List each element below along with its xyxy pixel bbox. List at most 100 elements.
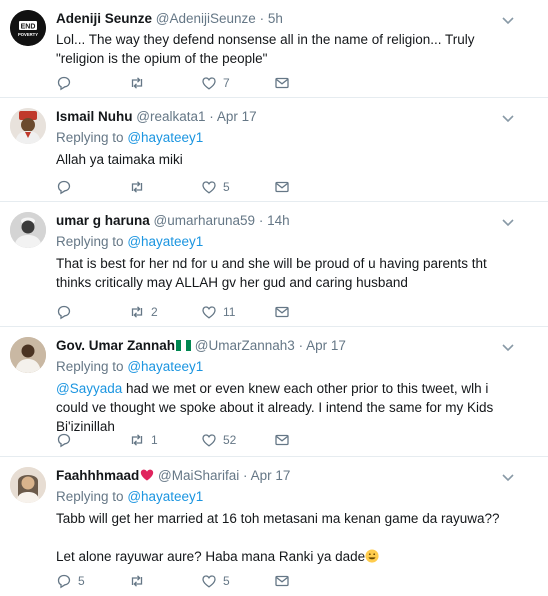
tweet-text: Lol... The way they defend nonsense all … — [56, 32, 475, 66]
user-handle[interactable]: @umarharuna59 — [154, 213, 256, 228]
display-name[interactable]: umar g haruna — [56, 213, 150, 228]
tweet-header: Ismail Nuhu @realkata1 · Apr 17 — [56, 108, 512, 125]
timestamp[interactable]: 14h — [267, 213, 290, 228]
reply-button[interactable] — [56, 430, 78, 450]
replying-to: Replying to @hayateey1 — [56, 358, 512, 375]
direct-message-button[interactable] — [274, 302, 290, 322]
tweet[interactable]: Ismail Nuhu @realkata1 · Apr 17 Replying… — [0, 98, 548, 202]
retweet-count: 2 — [151, 305, 158, 319]
direct-message-button[interactable] — [274, 177, 290, 197]
timestamp[interactable]: 5h — [268, 11, 283, 26]
tweet[interactable]: umar g haruna @umarharuna59 · 14h Replyi… — [0, 202, 548, 327]
avatar[interactable] — [10, 212, 46, 248]
direct-message-button[interactable] — [274, 571, 290, 591]
direct-message-button[interactable] — [274, 73, 290, 93]
replying-to-link[interactable]: @hayateey1 — [127, 359, 203, 374]
tweet-text-line: Tabb will get her married at 16 toh meta… — [56, 511, 500, 526]
tweet[interactable]: END POVERTY Adeniji Seunze @AdenijiSeunz… — [0, 0, 548, 98]
user-handle[interactable]: @UmarZannah3 — [195, 338, 295, 353]
reply-button[interactable] — [56, 73, 78, 93]
like-icon — [202, 434, 216, 447]
avatar[interactable]: END POVERTY — [10, 10, 46, 46]
direct-message-icon — [275, 434, 289, 446]
like-icon — [202, 575, 216, 588]
retweet-button[interactable] — [129, 571, 151, 591]
replying-to-link[interactable]: @hayateey1 — [127, 234, 203, 249]
user-handle[interactable]: @realkata1 — [136, 109, 205, 124]
tweet-header: Faahhhmaad @MaiSharifai · Apr 17 — [56, 467, 512, 484]
reply-icon — [57, 574, 71, 589]
replying-prefix: Replying to — [56, 359, 124, 374]
display-name[interactable]: Gov. Umar Zannah — [56, 338, 175, 353]
profile-photo — [10, 467, 46, 503]
mention-link[interactable]: @Sayyada — [56, 381, 122, 396]
like-icon — [202, 77, 216, 90]
like-button[interactable]: 11 — [201, 302, 235, 322]
like-count: 52 — [223, 433, 237, 447]
timestamp[interactable]: Apr 17 — [217, 109, 257, 124]
like-count: 7 — [223, 76, 230, 90]
retweet-button[interactable]: 1 — [129, 430, 158, 450]
reply-icon — [57, 433, 71, 448]
retweet-button[interactable] — [129, 177, 151, 197]
svg-text:END: END — [21, 24, 36, 31]
nigeria-flag-icon — [176, 340, 192, 351]
direct-message-icon — [275, 181, 289, 193]
profile-photo — [10, 108, 46, 144]
like-count: 5 — [223, 574, 230, 588]
like-count: 11 — [223, 305, 236, 319]
like-button[interactable]: 7 — [201, 73, 230, 93]
retweet-icon — [131, 575, 143, 587]
avatar[interactable] — [10, 467, 46, 503]
end-poverty-logo: END POVERTY — [10, 10, 46, 46]
avatar[interactable] — [10, 108, 46, 144]
reply-button[interactable]: 5 — [56, 571, 85, 591]
retweet-icon — [131, 77, 143, 89]
avatar[interactable] — [10, 337, 46, 373]
reply-icon — [57, 305, 71, 320]
timestamp[interactable]: Apr 17 — [306, 338, 346, 353]
grinning-face-emoji-icon — [365, 549, 379, 563]
replying-to: Replying to @hayateey1 — [56, 129, 512, 146]
tweet-actions: 1 52 — [56, 430, 356, 450]
display-name[interactable]: Ismail Nuhu — [56, 109, 133, 124]
tweet-header: umar g haruna @umarharuna59 · 14h — [56, 212, 512, 229]
tweet[interactable]: Faahhhmaad @MaiSharifai · Apr 17 Replyin… — [0, 457, 548, 596]
separator-dot: · — [258, 213, 264, 228]
direct-message-button[interactable] — [274, 430, 290, 450]
tweet-actions: 7 — [56, 73, 356, 93]
red-heart-icon — [141, 469, 154, 481]
tweet-actions: 5 5 — [56, 571, 356, 591]
retweet-button[interactable] — [129, 73, 151, 93]
like-button[interactable]: 5 — [201, 177, 230, 197]
profile-photo — [10, 212, 46, 248]
user-handle[interactable]: @MaiSharifai — [158, 468, 239, 483]
replying-prefix: Replying to — [56, 234, 124, 249]
user-handle[interactable]: @AdenijiSeunze — [156, 11, 256, 26]
replying-to-link[interactable]: @hayateey1 — [127, 489, 203, 504]
replying-to: Replying to @hayateey1 — [56, 233, 512, 250]
svg-text:POVERTY: POVERTY — [18, 32, 38, 37]
like-count: 5 — [223, 180, 230, 194]
tweet-text-body: had we met or even knew each other prior… — [56, 381, 494, 434]
tweet[interactable]: Gov. Umar Zannah @UmarZannah3 · Apr 17 R… — [0, 327, 548, 457]
like-button[interactable]: 52 — [201, 430, 236, 450]
separator-dot: · — [243, 468, 248, 483]
direct-message-icon — [275, 77, 289, 89]
like-button[interactable]: 5 — [201, 571, 230, 591]
replying-to-link[interactable]: @hayateey1 — [127, 130, 203, 145]
tweet-header: Gov. Umar Zannah @UmarZannah3 · Apr 17 — [56, 337, 512, 354]
direct-message-icon — [275, 575, 289, 587]
timestamp[interactable]: Apr 17 — [251, 468, 291, 483]
reply-button[interactable] — [56, 302, 78, 322]
reply-button[interactable] — [56, 177, 78, 197]
reply-icon — [57, 76, 71, 91]
retweet-button[interactable]: 2 — [129, 302, 158, 322]
tweet-text: That is best for her nd for u and she wi… — [56, 256, 487, 290]
retweet-count: 1 — [151, 433, 158, 447]
display-name[interactable]: Adeniji Seunze — [56, 11, 152, 26]
display-name[interactable]: Faahhhmaad — [56, 468, 139, 483]
retweet-icon — [131, 181, 143, 193]
retweet-icon — [131, 306, 143, 318]
retweet-icon — [131, 434, 143, 446]
